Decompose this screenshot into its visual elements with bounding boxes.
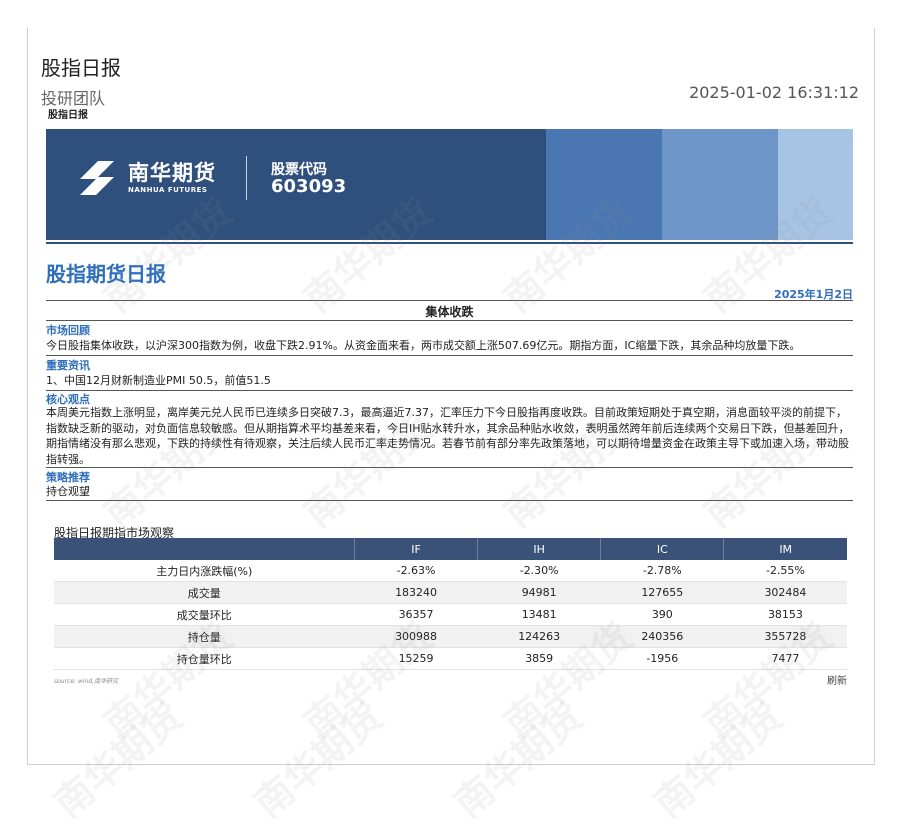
table-cell: 390 xyxy=(600,603,724,626)
table-row: 持仓量 300988 124263 240356 355728 xyxy=(54,625,847,648)
column-header xyxy=(54,538,355,560)
table-cell: 300988 xyxy=(354,625,478,648)
table-cell: 127655 xyxy=(600,581,724,604)
table-cell: -2.63% xyxy=(354,560,478,582)
table-cell: 240356 xyxy=(600,625,724,648)
divider xyxy=(46,467,853,468)
table-cell: 302484 xyxy=(723,581,847,604)
table-row: 持仓量环比 15259 3859 -1956 7477 xyxy=(54,647,847,670)
headline: 集体收跌 xyxy=(425,305,474,319)
table-cell: -2.30% xyxy=(477,560,601,582)
row-label: 成交量环比 xyxy=(54,603,355,626)
table-cell: 124263 xyxy=(477,625,601,648)
report-title: 股指期货日报 xyxy=(46,262,166,286)
row-label: 持仓量环比 xyxy=(54,647,355,670)
table-row: 成交量 183240 94981 127655 302484 xyxy=(54,581,847,604)
document-subtitle: 股指日报 xyxy=(48,110,88,121)
table-row: 成交量环比 36357 13481 390 38153 xyxy=(54,603,847,626)
section-text-news: 1、中国12月财新制造业PMI 50.5，前值51.5 xyxy=(46,374,271,387)
table-cell: 15259 xyxy=(354,647,478,670)
divider xyxy=(46,320,853,321)
table-cell: -2.78% xyxy=(600,560,724,582)
table-cell: -2.55% xyxy=(723,560,847,582)
stock-code-value: 603093 xyxy=(271,176,347,197)
table-cell: -1956 xyxy=(600,647,724,670)
table-cell: 36357 xyxy=(354,603,478,626)
table-cell: 355728 xyxy=(723,625,847,648)
banner-block xyxy=(546,129,662,240)
table-cell: 13481 xyxy=(477,603,601,626)
logo-text-en: NANHUA FUTURES xyxy=(128,186,208,194)
section-text-core-view: 本周美元指数上涨明显，离岸美元兑人民币已连续多日突破7.3，最高逼近7.37，汇… xyxy=(46,406,850,466)
row-label: 持仓量 xyxy=(54,625,355,648)
refresh-link[interactable]: 刷新 xyxy=(827,672,847,687)
banner-block xyxy=(662,129,778,240)
header-banner: 南华期货 NANHUA FUTURES 股票代码 603093 xyxy=(46,129,853,240)
table-cell: 3859 xyxy=(477,647,601,670)
report-timestamp: 2025-01-02 16:31:12 xyxy=(689,83,859,102)
table-cell: 7477 xyxy=(723,647,847,670)
data-source: source: wind,南华研究 xyxy=(54,678,119,685)
section-heading-news: 重要资讯 xyxy=(46,359,90,372)
section-heading-strategy: 策略推荐 xyxy=(46,471,90,484)
column-header-ic: IC xyxy=(600,538,725,560)
table-cell: 183240 xyxy=(354,581,478,604)
document-title: 股指日报 xyxy=(41,56,121,80)
row-label: 成交量 xyxy=(54,581,355,604)
column-header-if: IF xyxy=(354,538,479,560)
banner-rule xyxy=(46,242,853,244)
divider xyxy=(46,500,853,501)
market-observation-table: IF IH IC IM 主力日内涨跌幅(%) -2.63% -2.30% -2.… xyxy=(54,538,847,670)
divider xyxy=(46,355,853,356)
logo-divider xyxy=(246,156,247,200)
column-header-ih: IH xyxy=(477,538,602,560)
divider xyxy=(46,300,853,301)
section-heading-market-review: 市场回顾 xyxy=(46,324,90,337)
section-text-strategy: 持仓观望 xyxy=(46,485,90,498)
column-header-im: IM xyxy=(723,538,847,560)
logo-text-cn: 南华期货 xyxy=(128,161,216,185)
table-cell: 94981 xyxy=(477,581,601,604)
banner-block xyxy=(778,129,853,240)
nanhua-logo-icon xyxy=(80,161,114,195)
section-text-market-review: 今日股指集体收跌，以沪深300指数为例，收盘下跌2.91%。从资金面来看，两市成… xyxy=(46,339,801,352)
table-row: 主力日内涨跌幅(%) -2.63% -2.30% -2.78% -2.55% xyxy=(54,560,847,582)
table-header-row: IF IH IC IM xyxy=(54,538,847,560)
table-cell: 38153 xyxy=(723,603,847,626)
row-label: 主力日内涨跌幅(%) xyxy=(54,560,355,582)
divider xyxy=(46,390,853,391)
